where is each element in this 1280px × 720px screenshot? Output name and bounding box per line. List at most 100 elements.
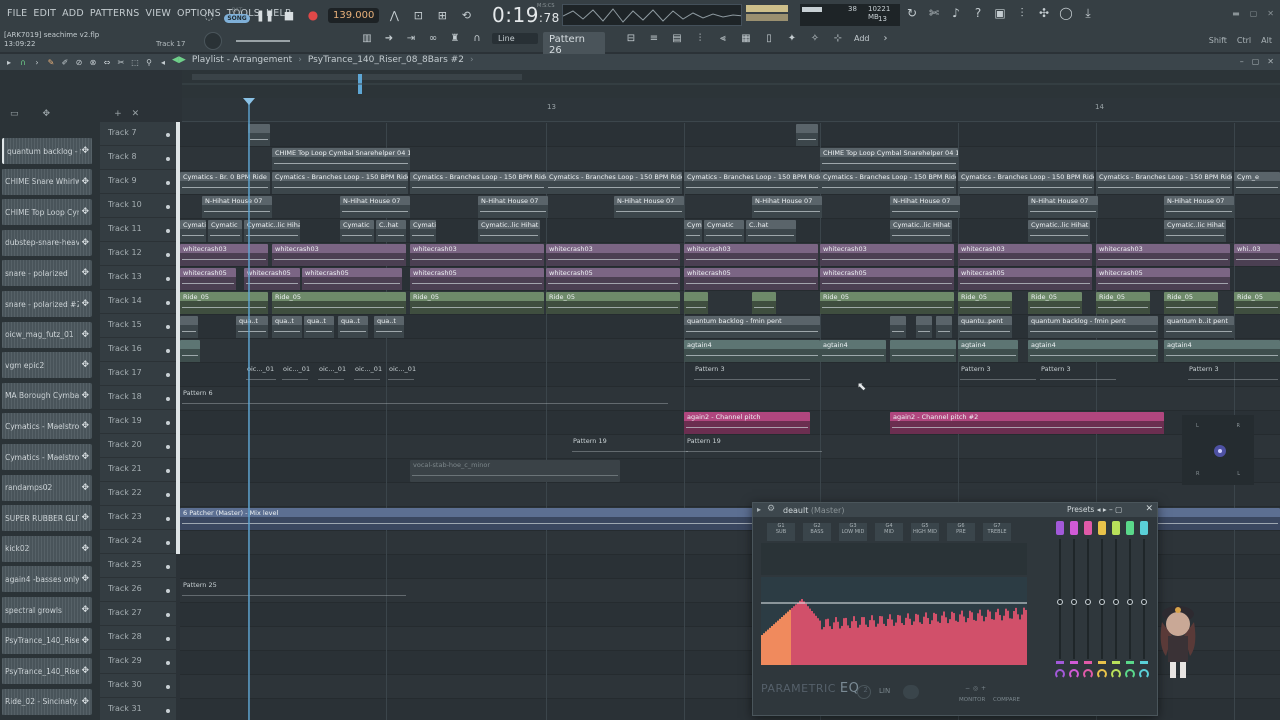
playlist-clip[interactable]: CHIME Top Loop Cymbal Snarehelper 04 150 (820, 148, 958, 170)
playlist-clip[interactable]: Pattern 25 (180, 580, 408, 602)
track-header[interactable]: Track 10 (100, 194, 176, 218)
playlist-clip[interactable]: N-Hihat House 07 (340, 196, 410, 218)
track-header[interactable]: Track 14 (100, 290, 176, 314)
playlist-clip[interactable] (890, 316, 906, 338)
menu-arrow-icon[interactable]: ▸ (4, 58, 14, 67)
track-grip[interactable] (176, 146, 180, 170)
track-header[interactable]: Track 13 (100, 266, 176, 290)
playlist-clip[interactable] (248, 124, 270, 146)
link-icon[interactable]: ∞ (426, 33, 440, 44)
playlist-clip[interactable] (936, 316, 952, 338)
track-mute-led[interactable] (166, 205, 170, 209)
eq-minimize-icon[interactable]: – (1109, 505, 1113, 514)
track-grip[interactable] (176, 458, 180, 482)
picker-clip[interactable]: kick02 ✥ (2, 535, 92, 562)
playlist-clip[interactable]: quantum backlog - fmin pent (1028, 316, 1158, 338)
drag-handle-icon[interactable]: ✥ (81, 666, 89, 676)
picker-clip[interactable]: quantum backlog - f.. ✥ (2, 138, 92, 164)
playlist-clip[interactable]: agtain4 (820, 340, 886, 362)
eq-monitor-knob-icon[interactable]: ◎ (973, 685, 978, 692)
playlist-clip[interactable]: whitecrash03 (1096, 244, 1230, 266)
eq-band-slider[interactable] (1125, 521, 1135, 679)
picker-mode-icon[interactable]: ▭ (10, 109, 19, 119)
playlist-clip[interactable]: Cymatic..lic Hihat (244, 220, 300, 242)
wand-icon[interactable]: ✦ (785, 33, 799, 44)
eq-close-icon[interactable]: ✕ (1145, 504, 1153, 514)
eq-preset-next-icon[interactable]: ▸ (1103, 505, 1107, 514)
playlist-clip[interactable]: Cymatics - Branches Loop - 150 BPM Ride (958, 172, 1094, 194)
playlist-clip[interactable]: Ride_05 (272, 292, 406, 314)
playlist-clip[interactable]: oic..._01 (386, 364, 416, 386)
eq-slider-knob[interactable] (1127, 599, 1133, 605)
alt-key[interactable]: Alt (1261, 36, 1272, 45)
magnet-snap-icon[interactable]: ∩ (18, 58, 28, 67)
track-header[interactable]: Track 20 (100, 434, 176, 458)
track-header[interactable]: Track 24 (100, 530, 176, 554)
drag-handle-icon[interactable]: ✥ (81, 697, 89, 707)
playlist-clip[interactable]: N-Hihat House 07 (752, 196, 822, 218)
shift-key[interactable]: Shift (1209, 36, 1227, 45)
tempo-display[interactable]: 139.000 (328, 7, 380, 23)
track-mute-led[interactable] (166, 445, 170, 449)
eq-slider-knob[interactable] (1141, 599, 1147, 605)
eq-band-slider[interactable] (1069, 521, 1079, 679)
picker-clip[interactable]: dubstep-snare-heav.. ✥ (2, 229, 92, 256)
zoom-icon[interactable]: ⚲ (144, 58, 154, 67)
playlist-clip[interactable]: N-Hihat House 07 (614, 196, 684, 218)
countdown-icon[interactable]: ⊞ (433, 6, 451, 24)
track-header[interactable]: Track 28 (100, 626, 176, 650)
brush-icon[interactable]: ✐ (60, 58, 70, 67)
playlist-clip[interactable]: Ride_05 (820, 292, 954, 314)
playlist-close-icon[interactable]: ✕ (1267, 57, 1274, 66)
slip-icon[interactable]: ⇔ (102, 58, 112, 67)
playlist-clip[interactable]: N-Hihat House 07 (1028, 196, 1098, 218)
playlist-clip[interactable]: N-Hihat House 07 (1164, 196, 1234, 218)
track-mute-led[interactable] (166, 133, 170, 137)
playlist-clip[interactable]: Ride_05 (180, 292, 268, 314)
arrow-icon[interactable]: ➜ (382, 33, 396, 44)
track-header[interactable]: Track 21 (100, 458, 176, 482)
mixer-sliders-icon[interactable]: ⫶ (693, 33, 707, 44)
playlist-clip[interactable]: qua..t (374, 316, 404, 338)
eq-band-type-icon[interactable] (1097, 669, 1107, 679)
plugin-icon[interactable]: ✣ (1037, 6, 1051, 22)
eq-band-cap[interactable] (1140, 521, 1148, 535)
drag-handle-icon[interactable]: ✥ (81, 544, 89, 554)
stamp-icon[interactable]: ♜ (448, 33, 462, 44)
track-header[interactable]: Track 22 (100, 482, 176, 506)
drag-handle-icon[interactable]: ✥ (81, 513, 89, 523)
playlist-clip[interactable]: Ride_05 (1234, 292, 1280, 314)
track-grip[interactable] (176, 266, 180, 290)
track-mute-led[interactable] (166, 661, 170, 665)
playlist-clip[interactable]: Cymatics - Branches Loop - 150 BPM Ride (820, 172, 956, 194)
track-header[interactable]: Track 25 (100, 554, 176, 578)
track-header[interactable]: Track 8 (100, 146, 176, 170)
piano-icon[interactable]: ▥ (360, 33, 374, 44)
eq-play-button[interactable] (857, 685, 871, 699)
eq-band-type-icon[interactable] (1111, 669, 1121, 679)
eq-gear-icon[interactable]: ⚙ (767, 504, 775, 514)
track-grip[interactable] (176, 530, 180, 554)
chevron-right-icon[interactable]: › (879, 33, 893, 44)
playlist-clip[interactable]: whitecrash05 (302, 268, 402, 290)
drag-handle-icon[interactable]: ✥ (81, 207, 89, 217)
eq-monitor-label[interactable]: MONITOR (959, 697, 985, 703)
menu-file[interactable]: FILE (4, 8, 30, 19)
track-grip[interactable] (176, 290, 180, 314)
pin-icon[interactable]: ⊹ (831, 33, 845, 44)
breadcrumb-arrangement[interactable]: Playlist - Arrangement (192, 55, 292, 65)
eq-band-cap[interactable] (1126, 521, 1134, 535)
playlist-clip[interactable]: whitecrash03 (546, 244, 680, 266)
eq-band-type-icon[interactable] (1125, 669, 1135, 679)
playlist-clip[interactable] (752, 292, 776, 314)
eq-slider-knob[interactable] (1071, 599, 1077, 605)
drag-handle-icon[interactable]: ✥ (81, 574, 89, 584)
loop-record-icon[interactable]: ⟲ (457, 6, 475, 24)
track-header[interactable]: Track 12 (100, 242, 176, 266)
playlist-clip[interactable]: Cymatics - Branches Loop - 150 BPM Ride (684, 172, 820, 194)
eq-monitor-knobs[interactable]: − ◎ + (965, 683, 995, 693)
menu-add[interactable]: ADD (59, 8, 87, 19)
plugin-picker-icon[interactable]: ▯ (762, 33, 776, 44)
playlist-clip[interactable]: qua..t (304, 316, 334, 338)
track-header[interactable]: Track 30 (100, 674, 176, 698)
